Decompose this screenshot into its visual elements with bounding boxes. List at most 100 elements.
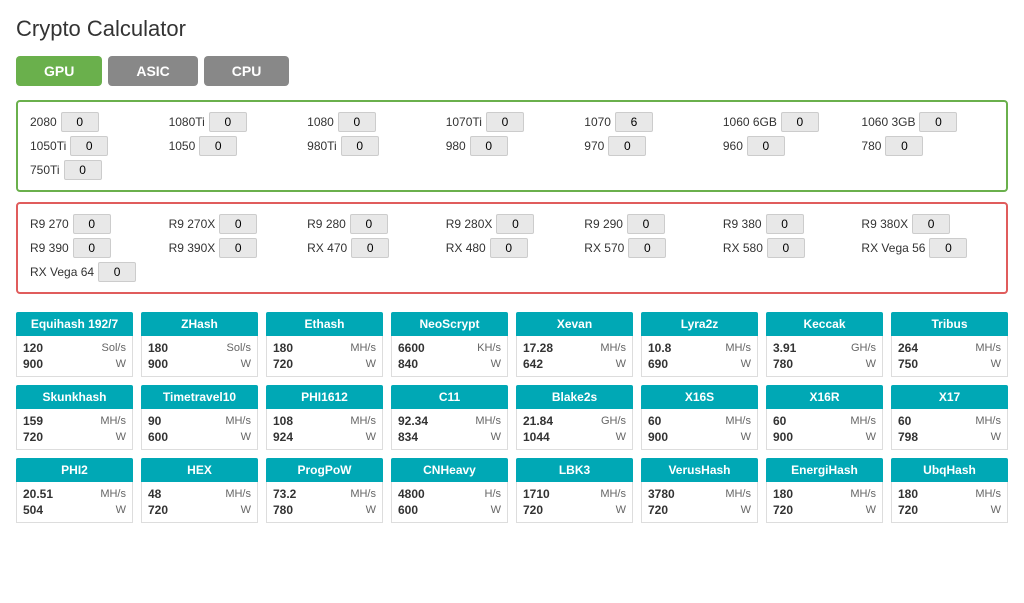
gpu-input[interactable]: [628, 238, 666, 258]
algo-power-row: 798 W: [898, 429, 1001, 445]
algo-power-row: 600 W: [398, 502, 501, 518]
algo-hashrate-value: 180: [773, 487, 793, 501]
amd-gpu-section: R9 270 R9 270X R9 280 R9 280X R9 290 R9 …: [16, 202, 1008, 294]
algo-header: ZHash: [141, 312, 258, 336]
algo-power-row: 750 W: [898, 356, 1001, 372]
algo-body: 120 Sol/s 900 W: [16, 336, 133, 377]
gpu-label: RX 480: [446, 241, 486, 255]
gpu-input[interactable]: [73, 214, 111, 234]
algo-power-unit: W: [116, 504, 126, 516]
algo-power-row: 924 W: [273, 429, 376, 445]
gpu-input[interactable]: [219, 214, 257, 234]
algo-hashrate-value: 120: [23, 341, 43, 355]
gpu-input[interactable]: [615, 112, 653, 132]
gpu-input[interactable]: [767, 238, 805, 258]
algo-hashrate-unit: MH/s: [225, 415, 251, 427]
gpu-input[interactable]: [338, 112, 376, 132]
algo-power-value: 900: [648, 430, 668, 444]
algo-hashrate-value: 159: [23, 414, 43, 428]
gpu-input[interactable]: [496, 214, 534, 234]
gpu-input[interactable]: [490, 238, 528, 258]
gpu-input[interactable]: [912, 214, 950, 234]
gpu-input[interactable]: [98, 262, 136, 282]
gpu-label: R9 280X: [446, 217, 493, 231]
algo-body: 92.34 MH/s 834 W: [391, 409, 508, 450]
gpu-input[interactable]: [486, 112, 524, 132]
algo-body: 3.91 GH/s 780 W: [766, 336, 883, 377]
gpu-input[interactable]: [919, 112, 957, 132]
algo-hashrate-value: 4800: [398, 487, 425, 501]
algo-body: 180 MH/s 720 W: [891, 482, 1008, 523]
gpu-input[interactable]: [781, 112, 819, 132]
algo-power-value: 600: [148, 430, 168, 444]
algo-hashrate-unit: MH/s: [975, 342, 1001, 354]
algo-power-unit: W: [491, 431, 501, 443]
gpu-input[interactable]: [747, 136, 785, 156]
gpu-input[interactable]: [766, 214, 804, 234]
algo-hashrate-unit: MH/s: [725, 415, 751, 427]
amd-gpu-item-R9-380: R9 380: [723, 214, 856, 234]
gpu-label: R9 290: [584, 217, 623, 231]
algo-hashrate-value: 73.2: [273, 487, 296, 501]
gpu-input[interactable]: [470, 136, 508, 156]
algo-header: ProgPoW: [266, 458, 383, 482]
gpu-input[interactable]: [351, 238, 389, 258]
gpu-input[interactable]: [885, 136, 923, 156]
algo-power-value: 720: [23, 430, 43, 444]
algo-hashrate-row: 92.34 MH/s: [398, 413, 501, 429]
algo-card-NeoScrypt: NeoScrypt 6600 KH/s 840 W: [391, 312, 508, 377]
algo-hashrate-row: 60 MH/s: [648, 413, 751, 429]
algo-power-value: 720: [898, 503, 918, 517]
gpu-input[interactable]: [64, 160, 102, 180]
gpu-input[interactable]: [61, 112, 99, 132]
gpu-input[interactable]: [350, 214, 388, 234]
algo-header: X17: [891, 385, 1008, 409]
algo-power-row: 900 W: [648, 429, 751, 445]
amd-gpu-item-R9-270: R9 270: [30, 214, 163, 234]
algo-power-row: 900 W: [773, 429, 876, 445]
algo-hashrate-row: 1710 MH/s: [523, 486, 626, 502]
algo-card-HEX: HEX 48 MH/s 720 W: [141, 458, 258, 523]
algo-hashrate-row: 90 MH/s: [148, 413, 251, 429]
gpu-input[interactable]: [70, 136, 108, 156]
gpu-label: 1070: [584, 115, 611, 129]
algo-power-unit: W: [866, 504, 876, 516]
algo-header: Keccak: [766, 312, 883, 336]
gpu-input[interactable]: [219, 238, 257, 258]
algo-power-row: 900 W: [148, 356, 251, 372]
algo-header: Timetravel10: [141, 385, 258, 409]
gpu-input[interactable]: [929, 238, 967, 258]
algo-hashrate-row: 159 MH/s: [23, 413, 126, 429]
gpu-input[interactable]: [627, 214, 665, 234]
gpu-input[interactable]: [209, 112, 247, 132]
gpu-label: R9 390X: [169, 241, 216, 255]
tab-cpu[interactable]: CPU: [204, 56, 290, 86]
algo-hashrate-value: 1710: [523, 487, 550, 501]
nvidia-gpu-item-970: 970: [584, 136, 717, 156]
gpu-input[interactable]: [199, 136, 237, 156]
tab-asic[interactable]: ASIC: [108, 56, 197, 86]
algo-hashrate-value: 264: [898, 341, 918, 355]
tab-gpu[interactable]: GPU: [16, 56, 102, 86]
algo-hashrate-unit: KH/s: [477, 342, 501, 354]
nvidia-gpu-item-1070Ti: 1070Ti: [446, 112, 579, 132]
gpu-input[interactable]: [73, 238, 111, 258]
algo-body: 180 MH/s 720 W: [266, 336, 383, 377]
algo-power-unit: W: [241, 358, 251, 370]
algo-power-unit: W: [241, 504, 251, 516]
algo-hashrate-unit: GH/s: [601, 415, 626, 427]
algo-hashrate-value: 180: [148, 341, 168, 355]
gpu-input[interactable]: [341, 136, 379, 156]
algo-power-row: 834 W: [398, 429, 501, 445]
algo-power-row: 780 W: [273, 502, 376, 518]
algo-card-UbqHash: UbqHash 180 MH/s 720 W: [891, 458, 1008, 523]
algo-hashrate-value: 6600: [398, 341, 425, 355]
algo-body: 1710 MH/s 720 W: [516, 482, 633, 523]
algo-power-unit: W: [241, 431, 251, 443]
algo-power-value: 780: [273, 503, 293, 517]
gpu-label: RX 470: [307, 241, 347, 255]
algo-hashrate-unit: MH/s: [100, 415, 126, 427]
gpu-input[interactable]: [608, 136, 646, 156]
nvidia-gpu-item-980: 980: [446, 136, 579, 156]
algo-header: Tribus: [891, 312, 1008, 336]
